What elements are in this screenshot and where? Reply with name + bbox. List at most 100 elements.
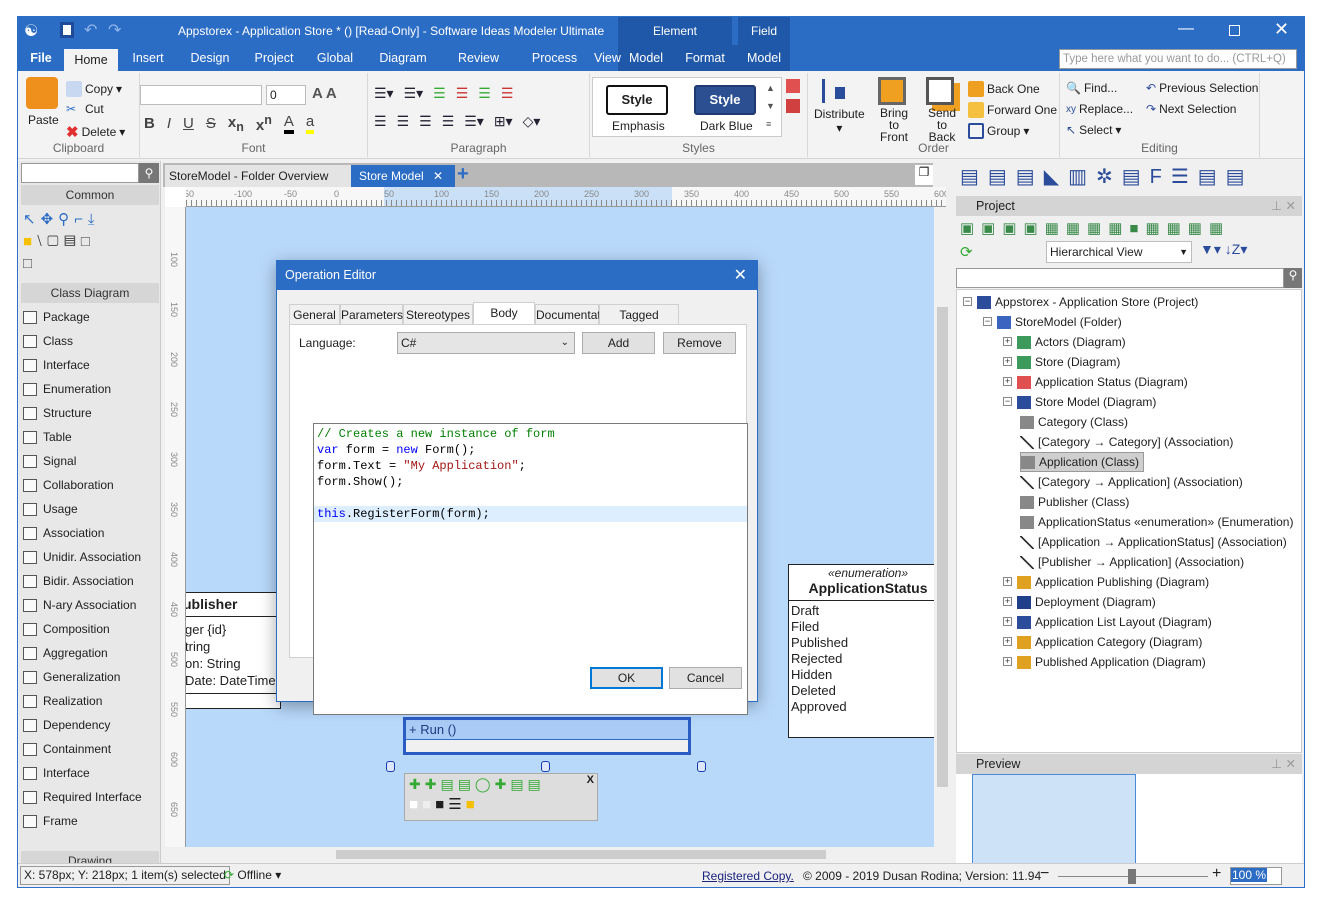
add-diagram-toolbar[interactable]: ▣▣▣▣▦▦▦▦■▦▦▦▦ <box>960 219 1230 237</box>
toolbox-item[interactable]: Realization <box>23 691 102 711</box>
toolbox-item[interactable]: Generalization <box>23 667 120 687</box>
close-tab-icon[interactable]: ✕ <box>433 165 443 187</box>
new-tab-icon[interactable]: + <box>457 163 469 186</box>
toolbox-item[interactable]: Structure <box>23 403 92 423</box>
toolbox-item[interactable]: Class <box>23 331 73 351</box>
toolbox-search-icon[interactable]: ⚲ <box>139 163 159 183</box>
subscript-icon[interactable]: xn <box>228 114 244 134</box>
tree-item[interactable]: Publisher (Class) <box>1020 492 1133 512</box>
superscript-icon[interactable]: xn <box>256 113 272 134</box>
justify-icon[interactable]: ☰ <box>442 113 455 130</box>
ribbon-tab[interactable]: Model <box>618 45 674 71</box>
font-color-icon[interactable]: A <box>283 113 294 134</box>
bring-to-front-button[interactable]: Bring to Front <box>874 107 914 143</box>
dialog-tab[interactable]: Documentation <box>535 304 617 324</box>
ribbon-tab[interactable]: Home <box>64 49 118 71</box>
tree-item[interactable]: [Category → Application] (Association) <box>1020 472 1247 492</box>
tree-item[interactable]: [Category → Category] (Association) <box>1020 432 1237 452</box>
send-to-back-button[interactable]: Send to Back <box>922 107 962 143</box>
zoom-in-button[interactable]: + <box>1212 865 1221 883</box>
numbering-icon[interactable]: ☰▾ <box>404 85 424 102</box>
paste-button[interactable]: Paste <box>28 113 59 127</box>
ribbon-tab[interactable]: Project <box>242 45 306 71</box>
maximize-button[interactable] <box>1229 25 1240 36</box>
save-icon[interactable] <box>60 22 74 38</box>
toolbox-item[interactable]: Dependency <box>23 715 110 735</box>
preview-viewport[interactable] <box>972 774 1136 874</box>
highlight-icon[interactable]: a <box>305 113 315 134</box>
previous-selection-button[interactable]: ↶ Previous Selection <box>1146 81 1258 95</box>
ribbon-tab[interactable]: Global <box>306 45 364 71</box>
cancel-button[interactable]: Cancel <box>669 667 742 689</box>
project-search-icon[interactable]: ⚲ <box>1284 268 1302 288</box>
dialog-tab[interactable]: Parameters <box>340 304 403 324</box>
expand-icon[interactable]: + <box>1003 657 1012 666</box>
redo-icon[interactable]: ↷ <box>108 20 121 40</box>
scroll-thumb[interactable] <box>937 307 948 787</box>
toolbox-item[interactable]: Interface <box>23 763 90 783</box>
strike-icon[interactable]: S <box>206 115 216 132</box>
toolbox-item[interactable]: Unidir. Association <box>23 547 141 567</box>
toolbox-item[interactable]: Package <box>23 307 90 327</box>
dialog-tab[interactable]: Stereotypes <box>403 304 473 324</box>
style-emphasis[interactable]: Style <box>606 85 668 115</box>
toolbox-item[interactable]: Aggregation <box>23 643 108 663</box>
distribute-button[interactable]: Distribute ▾ <box>814 107 865 135</box>
expand-icon[interactable]: + <box>1003 337 1012 346</box>
next-selection-button[interactable]: ↷ Next Selection <box>1146 102 1236 116</box>
resize-handle[interactable] <box>697 761 706 772</box>
bold-icon[interactable]: B <box>144 115 155 132</box>
language-select[interactable]: C# ⌄ <box>397 332 575 354</box>
preview-pane[interactable] <box>956 774 1302 874</box>
toolbox-item[interactable]: N-ary Association <box>23 595 136 615</box>
window-list-icon[interactable]: ❐ <box>915 165 933 185</box>
format-painter-icon[interactable]: ⌐ <box>74 211 88 228</box>
clear-style-icon[interactable] <box>786 79 800 93</box>
tree-item[interactable]: Application Publishing (Diagram) <box>1017 572 1213 592</box>
close-button[interactable]: ✕ <box>1274 19 1289 40</box>
common-header[interactable]: Common <box>21 185 159 205</box>
project-search-input[interactable] <box>956 268 1284 288</box>
ribbon-tab[interactable]: Insert <box>118 45 178 71</box>
zoom-icon[interactable]: ⚲ <box>58 211 74 228</box>
dialog-tab[interactable]: Tagged Values <box>599 304 679 342</box>
align-center-icon[interactable]: ☰ <box>397 113 410 130</box>
toolbox-item[interactable]: Frame <box>23 811 78 831</box>
ribbon-tab[interactable]: Design <box>178 45 242 71</box>
toolbox-item[interactable]: Composition <box>23 619 110 639</box>
toolbox-search-input[interactable] <box>21 163 139 183</box>
close-toolbar-icon[interactable]: X <box>587 774 594 786</box>
connection-status[interactable]: ⟳ Offline ▾ <box>224 868 281 882</box>
ok-button[interactable]: OK <box>590 667 663 689</box>
ribbon-tab[interactable]: View <box>594 45 621 71</box>
group-button[interactable]: Group ▾ <box>968 123 1029 139</box>
cut-button[interactable]: ✂ Cut <box>66 102 104 116</box>
tree-item[interactable]: ApplicationStatus «enumeration» (Enumera… <box>1020 512 1297 532</box>
tab-folder-overview[interactable]: StoreModel - Folder Overview <box>165 165 351 187</box>
tree-item[interactable]: Deployment (Diagram) <box>1017 592 1160 612</box>
zoom-slider-thumb[interactable] <box>1128 869 1136 884</box>
zoom-out-button[interactable]: − <box>1040 865 1049 883</box>
expand-icon[interactable]: + <box>1003 617 1012 626</box>
copy-button[interactable]: Copy ▾ <box>66 81 122 97</box>
collapse-icon[interactable]: − <box>1003 397 1012 406</box>
ribbon-tab[interactable]: Review <box>442 45 515 71</box>
ribbon-tab[interactable]: Format <box>676 45 734 71</box>
filter-sort-icons[interactable]: ▼▾ ↓Z▾ <box>1200 241 1247 258</box>
ribbon-tab[interactable]: File <box>18 45 64 71</box>
application-class[interactable]: + Run () <box>403 717 691 755</box>
expand-icon[interactable]: + <box>1003 597 1012 606</box>
toolbox-item[interactable]: Interface <box>23 355 90 375</box>
text-icon[interactable]: ▤ <box>64 233 81 250</box>
command-search-input[interactable]: Type here what you want to do... (CTRL+Q… <box>1059 49 1297 69</box>
spacing-icon[interactable]: ☰ <box>478 85 491 102</box>
ribbon-tab[interactable]: Model <box>738 45 790 71</box>
toolbox-item[interactable]: Table <box>23 427 72 447</box>
horizontal-scrollbar[interactable] <box>186 847 934 862</box>
align-right-icon[interactable]: ☰ <box>419 113 432 130</box>
class-diagram-header[interactable]: Class Diagram <box>21 283 159 303</box>
dialog-close-icon[interactable]: ✕ <box>734 261 747 290</box>
application-status-enum[interactable]: «enumeration» ApplicationStatus Draft Fil… <box>788 564 934 738</box>
preview-pin-close-icons[interactable]: ⊥ ✕ <box>1271 754 1296 774</box>
tree-item[interactable]: Published Application (Diagram) <box>1017 652 1210 672</box>
